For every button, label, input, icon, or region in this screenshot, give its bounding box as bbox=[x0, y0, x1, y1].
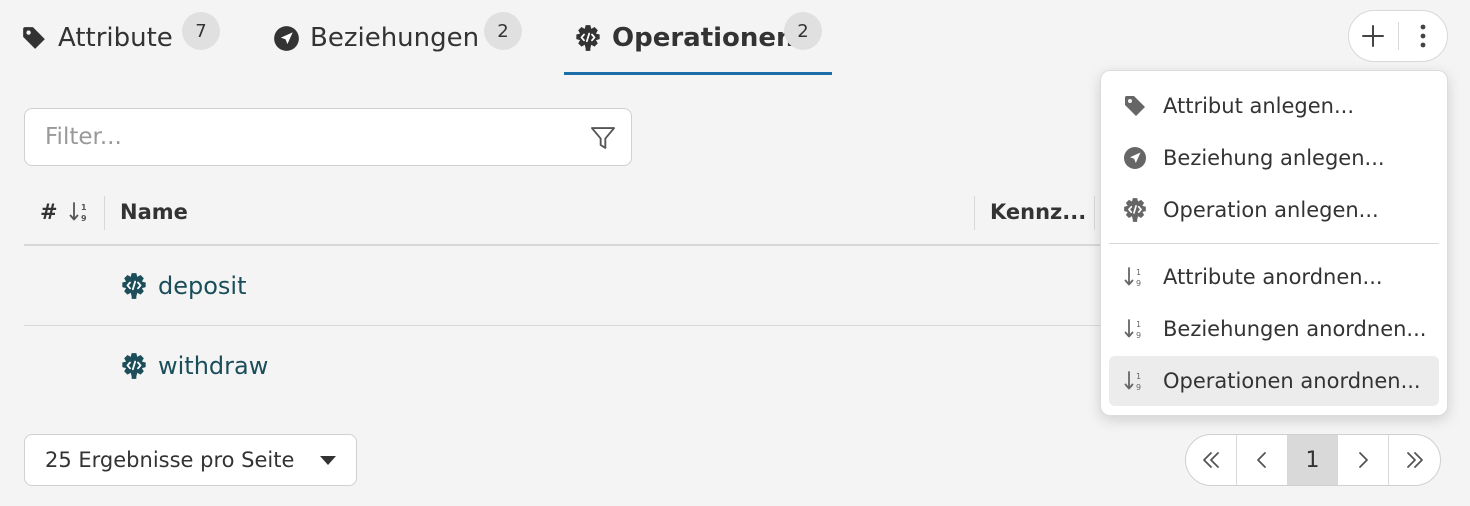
table-row[interactable]: withdraw bbox=[24, 326, 1100, 406]
menu-item-label: Beziehungen anordnen... bbox=[1163, 317, 1427, 341]
plus-icon bbox=[1362, 25, 1385, 47]
table-row[interactable]: deposit bbox=[24, 246, 1100, 326]
operations-table: # Name Kennz... deposit withdraw bbox=[24, 180, 1100, 406]
menu-item-label: Attribute anordnen... bbox=[1163, 265, 1383, 289]
tag-icon bbox=[20, 24, 48, 52]
name-cell: deposit bbox=[120, 246, 247, 326]
name-cell: withdraw bbox=[120, 326, 268, 406]
double-chevron-right-icon bbox=[1406, 452, 1423, 468]
tab-label: Attribute bbox=[58, 23, 173, 53]
operation-link[interactable]: withdraw bbox=[158, 352, 268, 380]
column-resizer[interactable] bbox=[974, 196, 975, 230]
tab-bar: Attribute 7 Beziehungen 2 Operationen 2 bbox=[0, 0, 900, 76]
menu-item-create-attribute[interactable]: Attribut anlegen... bbox=[1109, 81, 1439, 131]
kebab-menu-icon bbox=[1420, 24, 1426, 48]
add-button[interactable] bbox=[1349, 11, 1398, 61]
caret-down-icon bbox=[320, 456, 336, 465]
operation-link[interactable]: deposit bbox=[158, 272, 247, 300]
sort-numeric-icon[interactable] bbox=[68, 200, 92, 224]
pagination: 1 bbox=[1185, 434, 1441, 486]
more-options-menu: Attribut anlegen... Beziehung anlegen...… bbox=[1100, 70, 1448, 416]
filter-funnel-icon[interactable] bbox=[589, 124, 617, 152]
column-header-label: # bbox=[40, 200, 58, 224]
column-resizer[interactable] bbox=[104, 196, 105, 230]
menu-item-label: Attribut anlegen... bbox=[1163, 94, 1354, 118]
results-per-page-label: 25 Ergebnisse pro Seite bbox=[45, 448, 295, 472]
last-page-button[interactable] bbox=[1389, 435, 1440, 485]
menu-item-order-operations[interactable]: Operationen anordnen... bbox=[1109, 356, 1439, 406]
navigation-arrow-icon bbox=[272, 24, 300, 52]
chevron-left-icon bbox=[1256, 452, 1266, 468]
menu-divider bbox=[1109, 243, 1439, 244]
sort-numeric-icon bbox=[1121, 367, 1149, 395]
tag-icon bbox=[1121, 92, 1149, 120]
sort-numeric-icon bbox=[1121, 263, 1149, 291]
filter-box bbox=[24, 108, 632, 166]
tab-count-badge: 2 bbox=[484, 12, 522, 50]
menu-item-create-relation[interactable]: Beziehung anlegen... bbox=[1109, 133, 1439, 183]
next-page-button[interactable] bbox=[1338, 435, 1390, 485]
sort-numeric-icon bbox=[1121, 315, 1149, 343]
table-header: # Name Kennz... bbox=[24, 180, 1100, 246]
code-gear-icon bbox=[120, 272, 148, 300]
double-chevron-left-icon bbox=[1202, 452, 1219, 468]
action-button-group bbox=[1348, 10, 1448, 62]
column-header-name[interactable]: Name bbox=[120, 180, 188, 244]
tab-beziehungen[interactable]: Beziehungen 2 bbox=[272, 0, 522, 76]
tab-label: Beziehungen bbox=[310, 23, 480, 53]
active-tab-indicator bbox=[564, 72, 832, 75]
menu-item-order-attributes[interactable]: Attribute anordnen... bbox=[1109, 252, 1439, 302]
menu-item-order-relations[interactable]: Beziehungen anordnen... bbox=[1109, 304, 1439, 354]
code-gear-icon bbox=[120, 352, 148, 380]
previous-page-button[interactable] bbox=[1237, 435, 1288, 485]
navigation-arrow-icon bbox=[1121, 144, 1149, 172]
results-per-page-select[interactable]: 25 Ergebnisse pro Seite bbox=[24, 434, 357, 486]
column-resizer[interactable] bbox=[1094, 196, 1095, 230]
menu-item-label: Operation anlegen... bbox=[1163, 198, 1379, 222]
filter-input[interactable] bbox=[45, 109, 585, 165]
code-gear-icon bbox=[1121, 196, 1149, 224]
menu-item-label: Operationen anordnen... bbox=[1163, 369, 1421, 393]
tab-count-badge: 2 bbox=[784, 12, 822, 50]
column-header-kennz[interactable]: Kennz... bbox=[990, 180, 1086, 244]
column-header-index[interactable]: # bbox=[40, 180, 92, 244]
tab-attribute[interactable]: Attribute 7 bbox=[20, 0, 220, 76]
first-page-button[interactable] bbox=[1186, 435, 1237, 485]
tab-count-badge: 7 bbox=[182, 12, 220, 50]
more-options-button[interactable] bbox=[1398, 11, 1447, 61]
tab-label: Operationen bbox=[612, 23, 795, 53]
menu-item-create-operation[interactable]: Operation anlegen... bbox=[1109, 185, 1439, 235]
menu-item-label: Beziehung anlegen... bbox=[1163, 146, 1385, 170]
code-gear-icon bbox=[574, 24, 602, 52]
chevron-right-icon bbox=[1359, 452, 1369, 468]
tab-operationen[interactable]: Operationen 2 bbox=[574, 0, 822, 76]
page-button-current[interactable]: 1 bbox=[1287, 435, 1339, 485]
